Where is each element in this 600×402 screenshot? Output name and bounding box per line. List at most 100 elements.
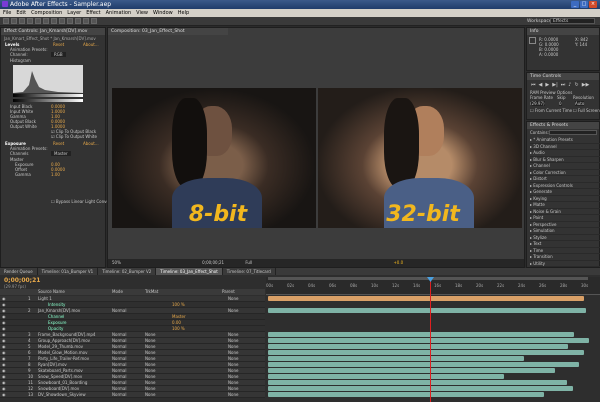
layer-row[interactable]: ◉ 13 DV_Showdown_Skyview Normal None None bbox=[0, 392, 265, 398]
info-tab[interactable]: Info bbox=[527, 28, 599, 35]
timeline-tab[interactable]: Timeline: 07_Titlecard bbox=[223, 268, 276, 275]
selection-tool-icon[interactable] bbox=[3, 18, 9, 24]
effects-category-list: ▸ * Animation Presets ▸ 3D Channel ▸ Audio… bbox=[530, 137, 600, 267]
window-title: Adobe After Effects - Sampler.aep bbox=[10, 1, 112, 8]
zoom-tool-icon[interactable] bbox=[19, 18, 25, 24]
first-frame-icon[interactable]: ⏮ bbox=[531, 82, 536, 88]
ruler-tick-label: 26s bbox=[539, 283, 547, 288]
layer-duration-bar[interactable] bbox=[268, 344, 568, 349]
pan-behind-tool-icon[interactable] bbox=[43, 18, 49, 24]
frame-rate-select[interactable]: (29.97) bbox=[530, 101, 545, 106]
contains-search-input[interactable] bbox=[549, 130, 597, 135]
effects-presets-tab[interactable]: Effects & Presets bbox=[527, 122, 599, 129]
mask-tool-icon[interactable] bbox=[51, 18, 57, 24]
col-mode[interactable]: Mode bbox=[112, 289, 123, 295]
skip-field[interactable]: 0 bbox=[559, 101, 562, 106]
menu-file[interactable]: File bbox=[3, 9, 11, 17]
audio-icon[interactable]: ♪ bbox=[568, 82, 571, 88]
resolution-select-rp[interactable]: Auto bbox=[575, 101, 585, 106]
viewer-timecode[interactable]: 0;00;00;21 bbox=[202, 260, 224, 265]
last-frame-icon[interactable]: ⏭ bbox=[561, 82, 566, 88]
layer-duration-bar[interactable] bbox=[268, 332, 574, 337]
effects-category-item[interactable]: ▸ Utility bbox=[530, 261, 600, 267]
layer-parent-select[interactable]: None bbox=[228, 392, 238, 398]
full-screen-checkbox[interactable]: ☐ Full Screen bbox=[573, 108, 600, 113]
label-32bit: 32-bit bbox=[386, 202, 460, 227]
ruler-tick-label: 28s bbox=[560, 283, 568, 288]
layer-duration-bar[interactable] bbox=[268, 296, 584, 301]
menu-window[interactable]: Window bbox=[153, 9, 173, 17]
text-tool-icon[interactable] bbox=[67, 18, 73, 24]
ruler-tick-label: 04s bbox=[308, 283, 316, 288]
layer-mode-select[interactable]: Normal bbox=[112, 392, 126, 398]
layer-duration-bar[interactable] bbox=[268, 386, 573, 391]
layer-duration-bar[interactable] bbox=[268, 368, 555, 373]
layer-duration-bar[interactable] bbox=[268, 338, 589, 343]
zoom-select[interactable]: 50% bbox=[112, 260, 121, 265]
layer-duration-bar[interactable] bbox=[268, 362, 579, 367]
timeline-tab[interactable]: Timeline: 01a_Bumper V1 bbox=[38, 268, 99, 275]
levels-about-link[interactable]: About... bbox=[83, 42, 99, 47]
layer-duration-bar[interactable] bbox=[268, 374, 504, 379]
resolution-select[interactable]: Full bbox=[245, 260, 252, 265]
composition-tab[interactable]: Composition: 03_Jan_Effect_Shot bbox=[108, 28, 228, 35]
col-trkmat[interactable]: TrkMat bbox=[145, 289, 158, 295]
levels-reset-link[interactable]: Reset bbox=[53, 42, 64, 47]
workspace-select[interactable]: Effects bbox=[550, 18, 595, 24]
close-button[interactable]: × bbox=[589, 1, 597, 8]
layer-duration-bar[interactable] bbox=[268, 392, 544, 397]
time-controls-panel: Time Controls ⏮ ◀ ▶ ▶| ⏭ ♪ ↻ ▶▶ RAM Preview Opt… bbox=[526, 72, 600, 120]
exposure-about-link[interactable]: About... bbox=[83, 141, 99, 146]
gamma-correction-value[interactable]: 1.00 bbox=[51, 172, 60, 177]
layer-duration-bar[interactable] bbox=[268, 350, 584, 355]
layer-duration-bar[interactable] bbox=[268, 308, 586, 313]
menu-composition[interactable]: Composition bbox=[31, 9, 62, 17]
col-parent[interactable]: Parent bbox=[222, 289, 235, 295]
menu-effect[interactable]: Effect bbox=[86, 9, 100, 17]
ruler-tick-label: 08s bbox=[350, 283, 358, 288]
layer-trkmat-select[interactable]: None bbox=[145, 392, 155, 398]
from-current-checkbox[interactable]: ☐ From Current Time bbox=[530, 108, 572, 113]
maximize-button[interactable]: □ bbox=[580, 1, 588, 8]
eraser-tool-icon[interactable] bbox=[91, 18, 97, 24]
ram-preview-icon[interactable]: ▶▶ bbox=[582, 82, 590, 88]
timeline-tab[interactable]: Render Queue bbox=[0, 268, 38, 275]
from-current-label: From Current Time bbox=[534, 108, 573, 113]
timeline-tab[interactable]: Timeline: 03_Jan_Effect_Shot bbox=[156, 268, 223, 275]
next-frame-icon[interactable]: ▶| bbox=[552, 82, 558, 88]
menu-animation[interactable]: Animation bbox=[106, 9, 132, 17]
input-gradient-bar bbox=[13, 94, 83, 97]
histogram-curve bbox=[13, 71, 83, 93]
brush-tool-icon[interactable] bbox=[75, 18, 81, 24]
channel-select[interactable]: RGB bbox=[51, 52, 66, 57]
current-time-indicator[interactable] bbox=[430, 277, 431, 402]
time-controls-tab[interactable]: Time Controls bbox=[527, 73, 599, 80]
effect-controls-tab[interactable]: Effect Controls: Jan_Kmarsh[DV].mov bbox=[1, 28, 105, 35]
loop-icon[interactable]: ↻ bbox=[574, 82, 578, 88]
col-source-name[interactable]: Source Name bbox=[38, 289, 65, 295]
hand-tool-icon[interactable] bbox=[11, 18, 17, 24]
frame-rate-label: Frame Rate bbox=[530, 95, 553, 100]
play-icon[interactable]: ▶ bbox=[545, 82, 549, 88]
clone-tool-icon[interactable] bbox=[83, 18, 89, 24]
visibility-eye-icon[interactable]: ◉ bbox=[2, 392, 6, 398]
minimize-button[interactable]: _ bbox=[571, 1, 579, 8]
rotate-tool-icon[interactable] bbox=[27, 18, 33, 24]
menu-edit[interactable]: Edit bbox=[16, 9, 26, 17]
exposure-reset-link[interactable]: Reset bbox=[53, 141, 64, 146]
exposure-adjust[interactable]: +0.0 bbox=[393, 260, 403, 265]
prev-frame-icon[interactable]: ◀ bbox=[539, 82, 543, 88]
layer-duration-bar[interactable] bbox=[268, 356, 524, 361]
timeline-timecode[interactable]: 0;00;00;21 bbox=[4, 277, 40, 284]
histogram-graph[interactable] bbox=[13, 65, 83, 93]
pen-tool-icon[interactable] bbox=[59, 18, 65, 24]
menu-layer[interactable]: Layer bbox=[67, 9, 81, 17]
timeline-tab[interactable]: Timeline: 02_Bumper V2 bbox=[98, 268, 157, 275]
menu-view[interactable]: View bbox=[136, 9, 148, 17]
camera-tool-icon[interactable] bbox=[35, 18, 41, 24]
menu-help[interactable]: Help bbox=[178, 9, 189, 17]
ruler-tick-label: 22s bbox=[497, 283, 505, 288]
layer-duration-bar[interactable] bbox=[268, 380, 567, 385]
channels-select[interactable]: Master bbox=[51, 151, 71, 156]
clip-white-checkbox[interactable]: ☑ Clip To Output White bbox=[51, 134, 97, 139]
